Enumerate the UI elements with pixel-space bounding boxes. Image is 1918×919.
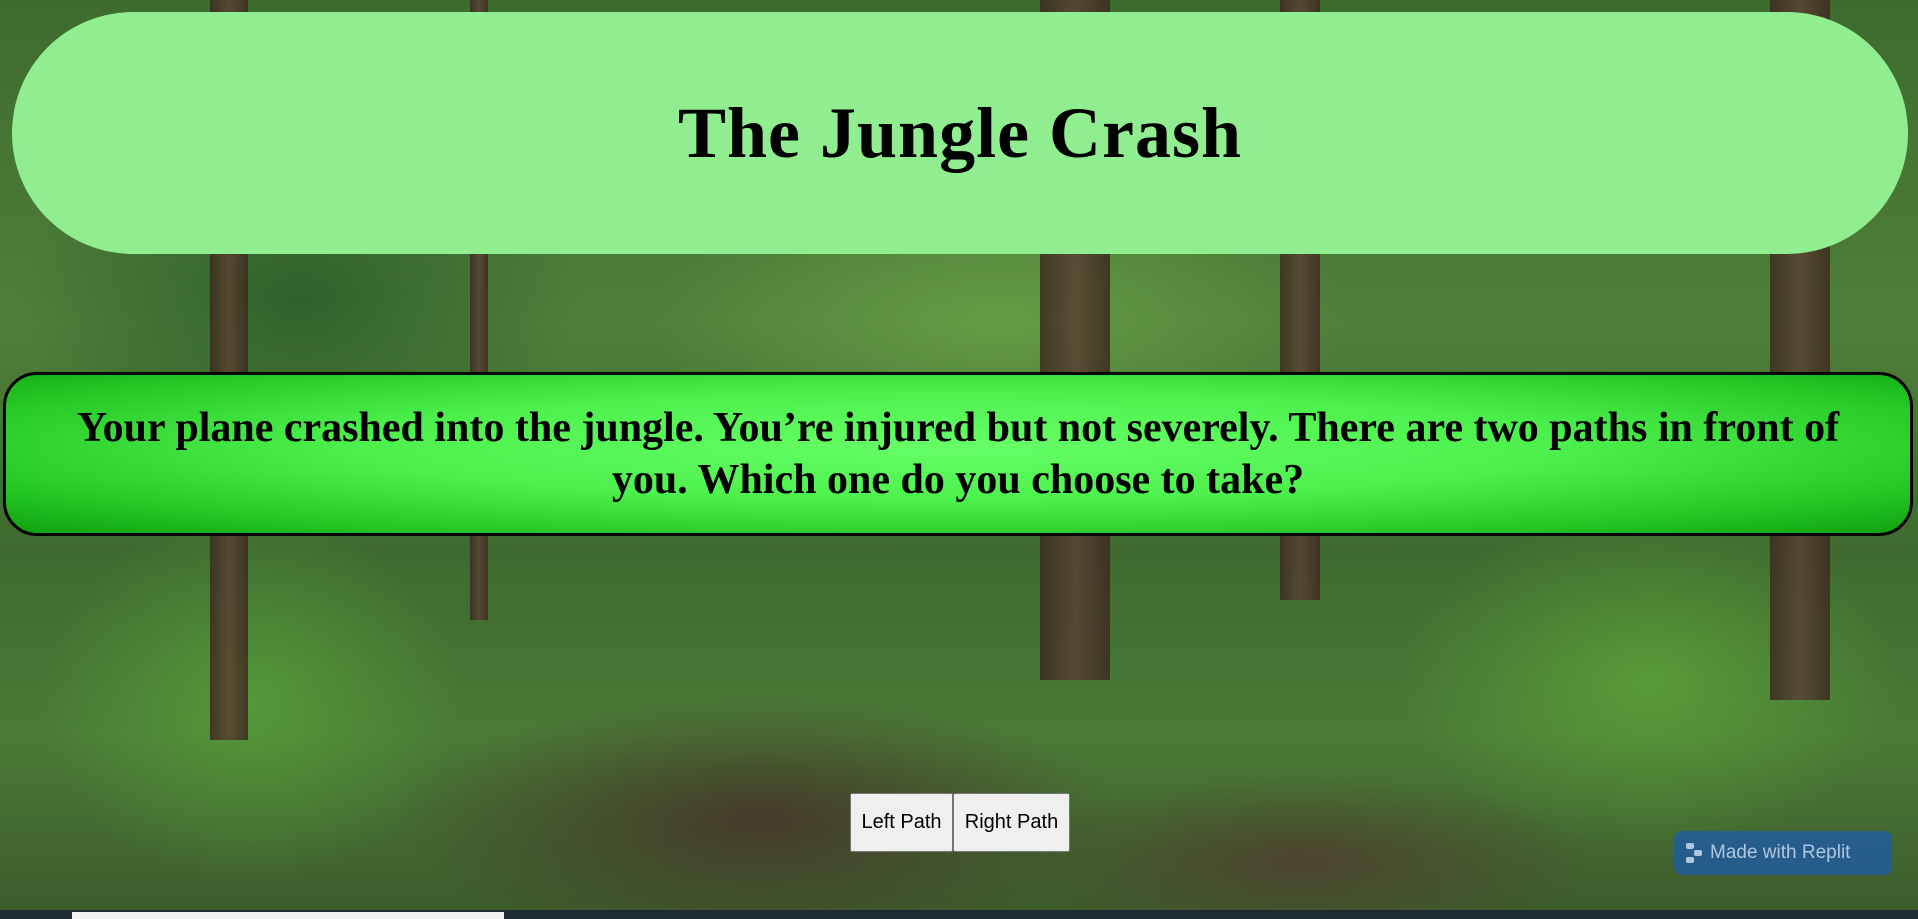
choice-buttons: Left Path Right Path — [850, 793, 1070, 852]
bottom-scrollbar[interactable] — [0, 910, 1918, 919]
right-path-button[interactable]: Right Path — [953, 793, 1070, 852]
story-text: Your plane crashed into the jungle. You’… — [76, 405, 1840, 503]
scrollbar-thumb[interactable] — [72, 912, 504, 919]
made-with-replit-badge[interactable]: Made with Replit — [1674, 831, 1892, 875]
left-path-button[interactable]: Left Path — [850, 793, 953, 852]
replit-logo-icon — [1686, 843, 1702, 863]
badge-label: Made with Replit — [1710, 842, 1851, 863]
game-title: The Jungle Crash — [677, 92, 1243, 173]
title-banner: The Jungle Crash — [12, 12, 1908, 254]
story-box: Your plane crashed into the jungle. You’… — [3, 372, 1913, 536]
